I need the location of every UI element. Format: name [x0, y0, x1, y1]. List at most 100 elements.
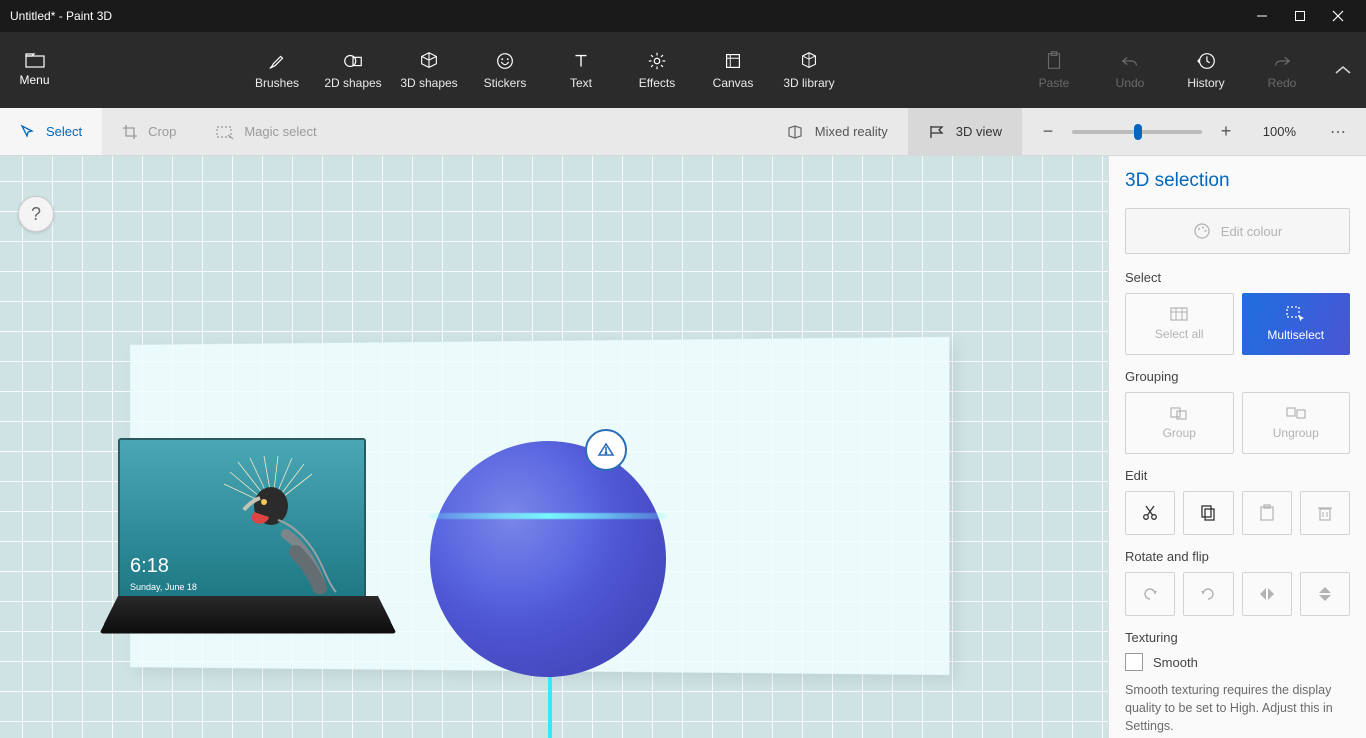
flip-h-icon: [1258, 586, 1276, 602]
shapes-2d-icon: [342, 50, 364, 72]
chevron-up-icon: [1334, 64, 1352, 76]
grouping-section-label: Grouping: [1125, 369, 1350, 384]
edit-section-label: Edit: [1125, 468, 1350, 483]
flip-horizontal-button[interactable]: [1242, 572, 1292, 616]
delete-button[interactable]: [1300, 491, 1350, 535]
lockscreen-date: Sunday, June 18: [130, 582, 197, 592]
expand-panel-button[interactable]: [1320, 32, 1366, 108]
sticker-icon: [494, 50, 516, 72]
sphere-surface: [430, 441, 666, 677]
crop-icon: [122, 124, 138, 140]
side-panel: 3D selection Edit colour Select Select a…: [1108, 156, 1366, 738]
canvas-viewport[interactable]: ? 6:18 Sunday, June 18: [0, 156, 1108, 738]
rotate-right-icon: [1199, 585, 1217, 603]
rotate-left-icon: [1141, 585, 1159, 603]
more-options-button[interactable]: ⋯: [1312, 108, 1366, 155]
undo-button[interactable]: Undo: [1092, 32, 1168, 108]
paste-tile-icon: [1259, 504, 1275, 522]
zoom-value: 100%: [1250, 124, 1296, 139]
smooth-checkbox-row[interactable]: Smooth: [1125, 653, 1350, 671]
shapes-3d-icon: [418, 50, 440, 72]
cursor-icon: [20, 124, 36, 140]
close-button[interactable]: [1332, 10, 1352, 22]
sphere-object[interactable]: [430, 441, 670, 681]
titlebar: Untitled* - Paint 3D: [0, 0, 1366, 32]
cut-icon: [1141, 504, 1159, 522]
mixed-reality-icon: [787, 124, 805, 140]
laptop-keyboard: [99, 596, 396, 634]
intersection-highlight: [430, 513, 666, 519]
rotate-section-label: Rotate and flip: [1125, 549, 1350, 564]
history-icon: [1195, 50, 1217, 72]
history-button[interactable]: History: [1168, 32, 1244, 108]
ungroup-icon: [1286, 406, 1306, 420]
smooth-label: Smooth: [1153, 655, 1198, 670]
stickers-tab[interactable]: Stickers: [467, 32, 543, 108]
copy-button[interactable]: [1183, 491, 1233, 535]
library-icon: [798, 50, 820, 72]
menu-label: Menu: [19, 73, 49, 87]
z-depth-handle[interactable]: [585, 429, 627, 471]
select-all-button[interactable]: Select all: [1125, 293, 1234, 355]
mixed-reality-button[interactable]: Mixed reality: [767, 108, 908, 155]
3d-view-button[interactable]: 3D view: [908, 108, 1022, 155]
ungroup-button[interactable]: Ungroup: [1242, 392, 1351, 454]
texturing-note: Smooth texturing requires the display qu…: [1125, 681, 1350, 735]
undo-icon: [1119, 50, 1141, 72]
window-title: Untitled* - Paint 3D: [10, 9, 1356, 23]
2d-shapes-tab[interactable]: 2D shapes: [315, 32, 391, 108]
copy-icon: [1199, 504, 1217, 522]
texturing-section-label: Texturing: [1125, 630, 1350, 645]
palette-icon: [1193, 222, 1211, 240]
brushes-tab[interactable]: Brushes: [239, 32, 315, 108]
rotate-left-button[interactable]: [1125, 572, 1175, 616]
surface-laptop-object[interactable]: 6:18 Sunday, June 18: [118, 438, 378, 662]
group-icon: [1170, 406, 1188, 420]
canvas-icon: [722, 50, 744, 72]
paste-icon: [1043, 50, 1065, 72]
group-button[interactable]: Group: [1125, 392, 1234, 454]
edit-colour-button[interactable]: Edit colour: [1125, 208, 1350, 254]
effects-tab[interactable]: Effects: [619, 32, 695, 108]
3d-library-tab[interactable]: 3D library: [771, 32, 847, 108]
crowned-crane-image: [198, 454, 348, 594]
window-controls: [1256, 10, 1352, 22]
select-all-icon: [1170, 307, 1188, 321]
panel-title: 3D selection: [1125, 170, 1350, 192]
flip-v-icon: [1316, 586, 1334, 602]
flag-icon: [928, 124, 946, 140]
minimize-button[interactable]: [1256, 10, 1276, 22]
folder-icon: [25, 53, 45, 69]
smooth-checkbox[interactable]: [1125, 653, 1143, 671]
effects-icon: [646, 50, 668, 72]
3d-shapes-tab[interactable]: 3D shapes: [391, 32, 467, 108]
redo-icon: [1271, 50, 1293, 72]
paste-button[interactable]: Paste: [1016, 32, 1092, 108]
cut-button[interactable]: [1125, 491, 1175, 535]
select-tool[interactable]: Select: [0, 108, 102, 155]
paste-tile-button[interactable]: [1242, 491, 1292, 535]
sub-toolbar: Select Crop Magic select Mixed reality 3…: [0, 108, 1366, 156]
menu-button[interactable]: Menu: [0, 32, 70, 108]
text-icon: [570, 50, 592, 72]
help-button[interactable]: ?: [18, 196, 54, 232]
zoom-in-button[interactable]: +: [1216, 121, 1236, 142]
magic-select-tool[interactable]: Magic select: [196, 108, 336, 155]
zoom-slider[interactable]: [1072, 130, 1202, 134]
flip-vertical-button[interactable]: [1300, 572, 1350, 616]
zoom-out-button[interactable]: −: [1038, 121, 1058, 142]
content-area: ? 6:18 Sunday, June 18: [0, 156, 1366, 738]
crop-tool[interactable]: Crop: [102, 108, 196, 155]
delete-icon: [1317, 504, 1333, 522]
multiselect-icon: [1286, 306, 1306, 322]
zoom-control: − + 100%: [1022, 108, 1312, 155]
canvas-tab[interactable]: Canvas: [695, 32, 771, 108]
multiselect-button[interactable]: Multiselect: [1242, 293, 1351, 355]
main-toolbar: Menu Brushes 2D shapes 3D shapes Sticker…: [0, 32, 1366, 108]
text-tab[interactable]: Text: [543, 32, 619, 108]
brush-icon: [266, 50, 288, 72]
maximize-button[interactable]: [1294, 10, 1314, 22]
redo-button[interactable]: Redo: [1244, 32, 1320, 108]
lockscreen-time: 6:18: [130, 555, 169, 578]
rotate-right-button[interactable]: [1183, 572, 1233, 616]
